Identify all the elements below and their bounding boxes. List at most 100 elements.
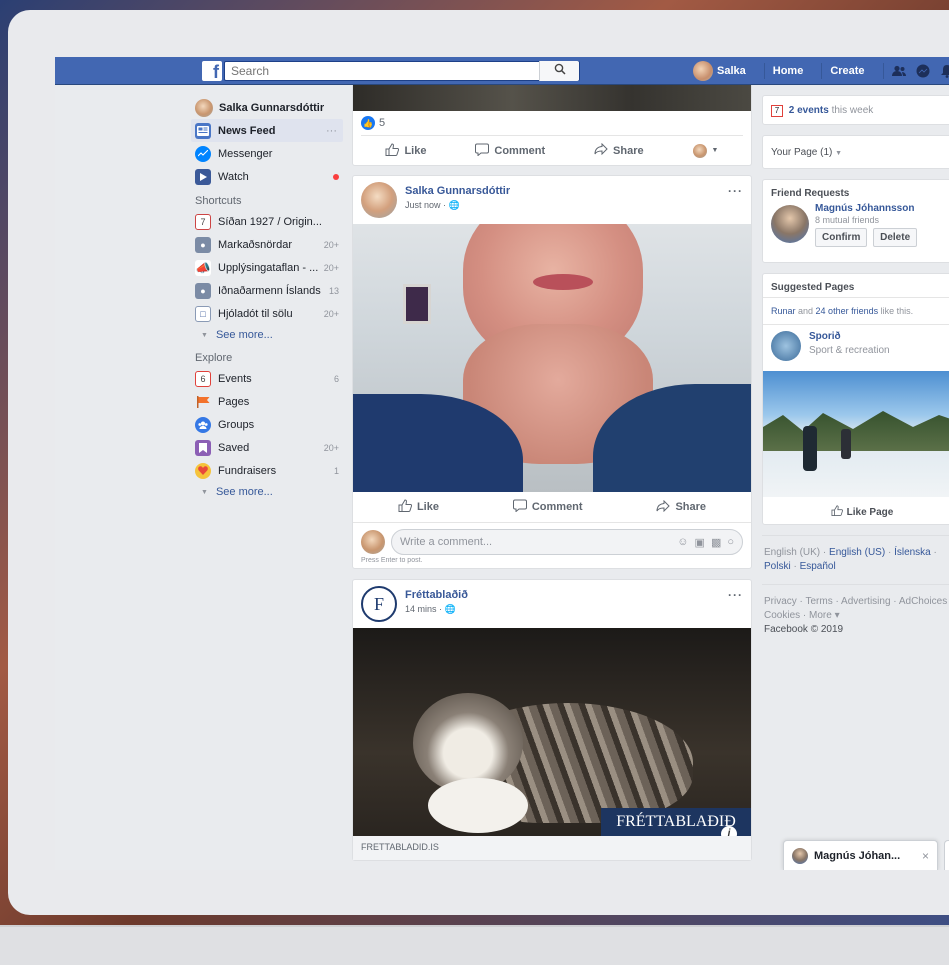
- post-timestamp[interactable]: Just now ·: [405, 200, 446, 210]
- post-image: [353, 85, 751, 111]
- more-options-icon[interactable]: ···: [326, 125, 337, 137]
- post-photo[interactable]: [353, 224, 751, 492]
- left-nav-news-feed[interactable]: News Feed ···: [191, 119, 343, 142]
- suggested-pages-title: Suggested Pages: [771, 282, 855, 293]
- left-nav-user[interactable]: Salka Gunnarsdóttir: [195, 97, 345, 119]
- shortcut-item[interactable]: ● Markaðsnördar 20+: [195, 233, 345, 256]
- events-count-link[interactable]: 2 events: [789, 105, 829, 116]
- post-author[interactable]: Fréttablaðið: [405, 589, 468, 601]
- left-nav-messenger[interactable]: Messenger: [195, 142, 345, 165]
- language-link[interactable]: Español: [800, 561, 836, 572]
- friend-requests-icon[interactable]: [891, 64, 906, 78]
- sticker-icon[interactable]: ○: [727, 536, 734, 549]
- caret-down-icon: ▼: [711, 147, 719, 154]
- chat-avatar: [792, 847, 808, 864]
- nav-profile[interactable]: Salka: [717, 65, 746, 77]
- post-header: F Fréttablaðið 14 mins · 🌐 ···: [353, 580, 751, 628]
- see-more-explore[interactable]: ▼ See more...: [195, 482, 345, 502]
- search-button[interactable]: [539, 61, 579, 81]
- events-box[interactable]: 7 2 events this week: [762, 95, 949, 125]
- explore-groups[interactable]: Groups: [195, 413, 345, 436]
- page-cover-photo[interactable]: [763, 371, 949, 497]
- close-icon[interactable]: ×: [922, 849, 929, 863]
- like-button[interactable]: Like: [398, 499, 439, 515]
- language-link[interactable]: English (US): [829, 547, 885, 558]
- author-avatar[interactable]: [361, 182, 397, 218]
- friend-name[interactable]: Magnús Jóhannsson: [815, 203, 920, 214]
- suggested-friend-link[interactable]: Runar: [771, 306, 796, 316]
- post-options-icon[interactable]: ···: [728, 184, 743, 198]
- share-button[interactable]: Share: [594, 142, 644, 158]
- press-enter-hint: Press Enter to post.: [361, 557, 423, 564]
- post-options-icon[interactable]: ···: [728, 588, 743, 602]
- left-nav-label: Watch: [218, 170, 249, 183]
- language-link[interactable]: English (UK): [764, 547, 820, 558]
- explore-count: 20+: [323, 442, 339, 453]
- left-nav-watch[interactable]: Watch: [195, 165, 345, 188]
- post-author[interactable]: Salka Gunnarsdóttir: [405, 185, 510, 197]
- share-label: Share: [613, 144, 644, 157]
- suggested-others-link[interactable]: 24 other friends: [816, 306, 879, 316]
- comment-button[interactable]: Comment: [512, 499, 583, 515]
- react-as-selector[interactable]: ▼: [692, 143, 719, 158]
- post-header: Salka Gunnarsdóttir Just now · 🌐 ···: [353, 176, 751, 224]
- shortcut-label: Markaðsnördar: [218, 238, 292, 251]
- footer-line[interactable]: Cookies · More ▾: [764, 609, 949, 623]
- delete-button[interactable]: Delete: [873, 228, 918, 247]
- reaction-count: 5: [379, 117, 386, 129]
- shortcut-count: 13: [328, 285, 339, 296]
- explore-saved[interactable]: Saved 20+: [195, 436, 345, 459]
- your-page-box[interactable]: Your Page (1) ▼: [762, 135, 949, 169]
- shortcut-item[interactable]: 7 Síðan 1927 / Origin...: [195, 210, 345, 233]
- fundraisers-heart-icon: [195, 462, 211, 479]
- notifications-bell-icon[interactable]: [940, 64, 949, 78]
- user-avatar[interactable]: [693, 61, 713, 81]
- footer-line[interactable]: Privacy · Terms · Advertising · AdChoice…: [764, 595, 949, 609]
- your-page-label: Your Page (1): [771, 147, 833, 158]
- like-button[interactable]: Like: [385, 142, 426, 159]
- shortcut-item[interactable]: ● Iðnaðarmenn Íslands 13: [195, 279, 345, 302]
- user-avatar: [195, 99, 213, 117]
- comment-attachments: ☺ ▣ ▩ ○: [677, 536, 734, 549]
- user-avatar: [692, 143, 707, 158]
- explore-events[interactable]: 6 Events 6: [195, 367, 345, 390]
- post-card: Salka Gunnarsdóttir Just now · 🌐 ··· Lik…: [352, 175, 752, 569]
- nav-create[interactable]: Create: [830, 65, 864, 77]
- like-page-button[interactable]: Like Page: [763, 497, 949, 527]
- messenger-icon[interactable]: [916, 64, 930, 78]
- gif-icon[interactable]: ▩: [711, 536, 721, 549]
- chat-tab[interactable]: Magnús Jóhan... ×: [783, 840, 938, 870]
- thumbs-up-icon: [385, 142, 400, 159]
- top-bar: f Salka Home Create: [55, 57, 949, 85]
- nav-home[interactable]: Home: [773, 65, 804, 77]
- search-input[interactable]: [225, 62, 525, 80]
- page-avatar[interactable]: [771, 331, 801, 361]
- shortcut-item[interactable]: □ Hjóladót til sölu 20+: [195, 302, 345, 325]
- page-logo-avatar[interactable]: F: [361, 586, 397, 622]
- comment-button[interactable]: Comment: [475, 143, 545, 159]
- info-icon[interactable]: i: [721, 826, 737, 836]
- camera-icon[interactable]: ▣: [695, 536, 705, 549]
- comment-input[interactable]: Write a comment... ☺ ▣ ▩ ○: [391, 529, 743, 555]
- friend-avatar[interactable]: [771, 205, 809, 243]
- post-link-image[interactable]: FRÉTTABLAÐIÐ i: [353, 628, 751, 836]
- explore-fundraisers[interactable]: Fundraisers 1: [195, 459, 345, 482]
- chat-tab-secondary[interactable]: [944, 840, 949, 870]
- language-link[interactable]: Polski: [764, 561, 791, 572]
- language-link[interactable]: Íslenska: [894, 547, 931, 558]
- facebook-logo-icon[interactable]: f: [202, 61, 222, 81]
- news-feed-icon: [195, 122, 211, 139]
- confirm-button[interactable]: Confirm: [815, 228, 868, 247]
- see-more-shortcuts[interactable]: ▼ See more...: [195, 325, 345, 345]
- post-timestamp[interactable]: 14 mins ·: [405, 604, 442, 614]
- saved-bookmark-icon: [195, 439, 211, 456]
- post-timestamp-row: Just now · 🌐: [405, 200, 510, 211]
- share-button[interactable]: Share: [656, 499, 706, 515]
- page-name[interactable]: Sporið: [809, 331, 890, 342]
- like-label: Like: [416, 501, 439, 513]
- explore-pages[interactable]: Pages: [195, 390, 345, 413]
- comment-composer: Write a comment... ☺ ▣ ▩ ○: [353, 522, 751, 555]
- shortcut-item[interactable]: 📣 Upplýsingataflan - ... 20+: [195, 256, 345, 279]
- reactions-row[interactable]: 👍 5: [353, 111, 751, 135]
- emoji-icon[interactable]: ☺: [677, 536, 688, 549]
